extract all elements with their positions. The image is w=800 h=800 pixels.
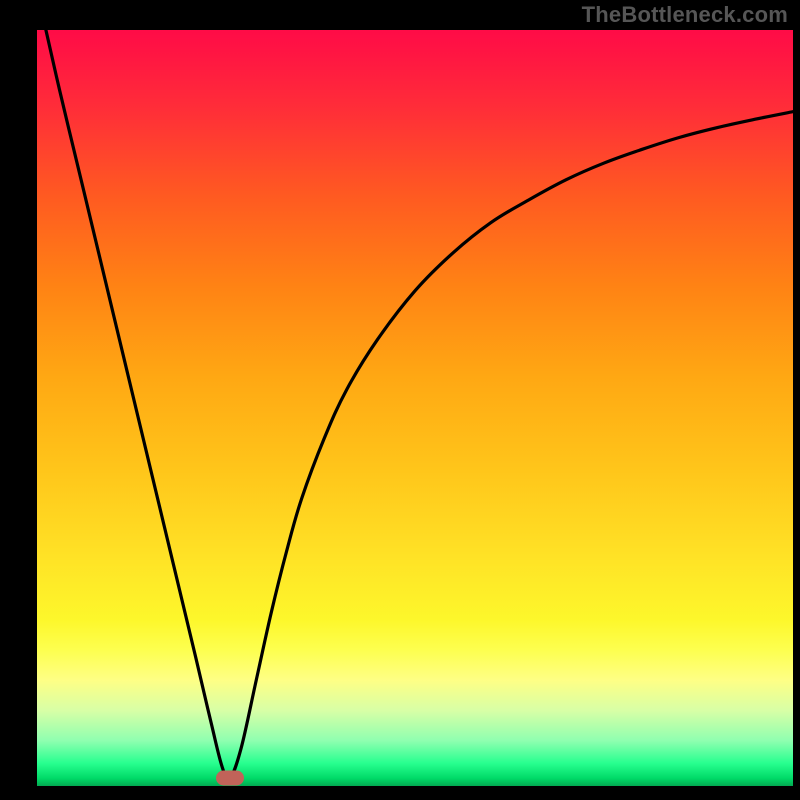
optimal-point-marker	[216, 771, 244, 786]
chart-frame: TheBottleneck.com	[0, 0, 800, 800]
curve-svg	[37, 30, 793, 786]
plot-area	[37, 30, 793, 786]
watermark-text: TheBottleneck.com	[582, 2, 788, 28]
bottleneck-curve	[41, 30, 793, 780]
